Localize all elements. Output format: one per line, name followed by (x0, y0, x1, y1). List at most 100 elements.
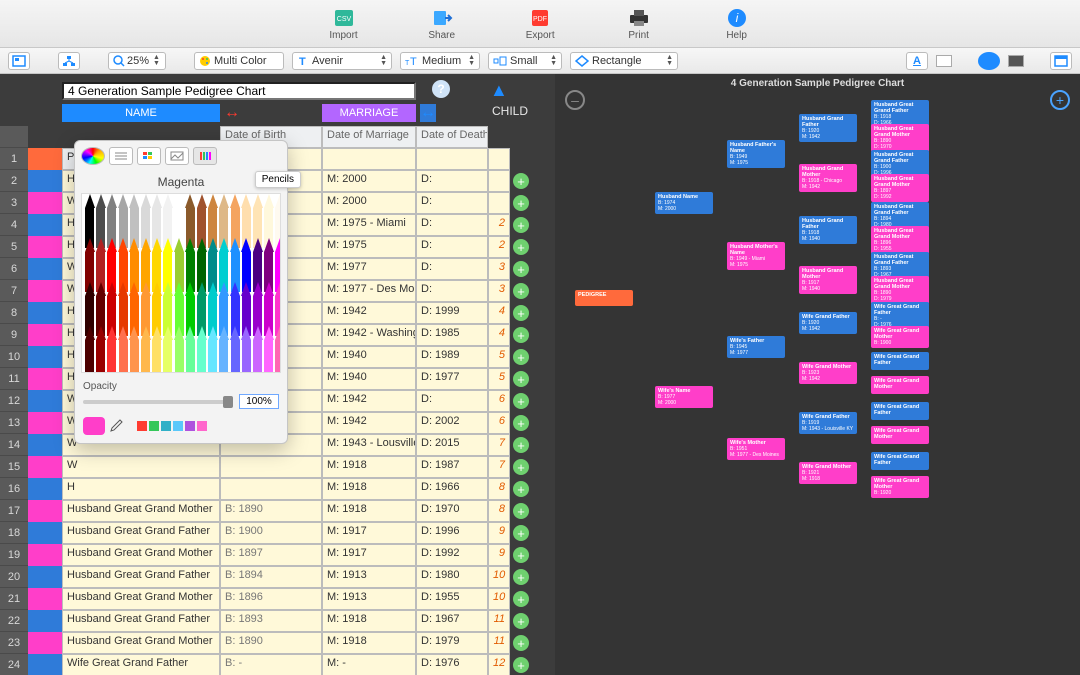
help-hint-button[interactable]: ? (432, 80, 450, 98)
table-row[interactable]: 21Husband Great Grand MotherB: 1896M: 19… (0, 588, 555, 610)
pencil-swatch[interactable] (207, 282, 218, 326)
pencil-swatch[interactable] (196, 194, 207, 238)
pencil-swatch[interactable] (230, 238, 241, 282)
picker-tab-pencils[interactable] (193, 147, 217, 165)
add-row-button[interactable]: + (510, 588, 532, 610)
cell-dob[interactable]: B: 1893 (220, 610, 322, 632)
chart-node[interactable]: Wife Great Grand Mother (871, 426, 929, 444)
pencil-swatch[interactable] (218, 238, 229, 282)
cell-marriage[interactable]: M: 1942 (322, 302, 416, 324)
pencil-swatch[interactable] (84, 282, 95, 326)
chart-node[interactable]: Husband Grand FatherB: 1918M: 1940 (799, 216, 857, 244)
eyedropper-button[interactable] (109, 419, 123, 433)
pencil-swatch[interactable] (151, 282, 162, 326)
cell-name[interactable]: W (62, 456, 220, 478)
cell-name[interactable]: H (62, 478, 220, 500)
cell-marriage[interactable]: M: 1975 (322, 236, 416, 258)
column-header-marriage[interactable]: MARRIAGE (322, 104, 416, 122)
add-row-button[interactable]: + (510, 368, 532, 390)
cell-dod[interactable]: D: 1955 (416, 588, 488, 610)
cell-dod[interactable]: D: 1976 (416, 654, 488, 675)
cell-dob[interactable]: B: 1890 (220, 500, 322, 522)
cell-dod[interactable]: D: 1979 (416, 632, 488, 654)
pencil-swatch[interactable] (274, 282, 281, 326)
resize-name-handle[interactable]: ↔ (224, 104, 240, 122)
pencil-swatch[interactable] (162, 238, 173, 282)
pencil-swatch[interactable] (140, 194, 151, 238)
pencil-swatch[interactable] (106, 194, 117, 238)
help-button[interactable]: i Help (723, 6, 751, 41)
pencil-swatch[interactable] (274, 326, 281, 370)
cell-dob[interactable]: B: 1894 (220, 566, 322, 588)
pencil-swatch[interactable] (241, 282, 252, 326)
zoom-select[interactable]: 25% ▲▼ (108, 52, 166, 70)
pencil-swatch[interactable] (241, 194, 252, 238)
add-row-button[interactable]: + (510, 632, 532, 654)
table-row[interactable]: 20Husband Great Grand FatherB: 1894M: 19… (0, 566, 555, 588)
chart-node[interactable]: Wife's FatherB: 1945M: 1977 (727, 336, 785, 358)
table-row[interactable]: 18Husband Great Grand FatherB: 1900M: 19… (0, 522, 555, 544)
chart-node[interactable]: Wife's NameB: 1977M: 2000 (655, 386, 713, 408)
pencil-swatch[interactable] (84, 194, 95, 238)
table-row[interactable]: 24Wife Great Grand FatherB: -M: -D: 1976… (0, 654, 555, 675)
pencil-swatch[interactable] (252, 194, 263, 238)
share-button[interactable]: Share (428, 6, 456, 41)
cell-name[interactable]: Wife Great Grand Father (62, 654, 220, 675)
cell-dod[interactable]: D: 1987 (416, 456, 488, 478)
cell-dod[interactable]: D: 1977 (416, 368, 488, 390)
cell-dod[interactable]: D: 1996 (416, 522, 488, 544)
pencil-swatch[interactable] (174, 282, 185, 326)
cell-marriage[interactable] (322, 148, 416, 170)
pencil-swatch[interactable] (84, 326, 95, 370)
pencil-swatch[interactable] (218, 282, 229, 326)
pencil-swatch[interactable] (230, 282, 241, 326)
chart-node[interactable]: Husband NameB: 1974M: 2000 (655, 192, 713, 214)
cell-marriage[interactable]: M: 1918 (322, 478, 416, 500)
pencil-swatch[interactable] (140, 238, 151, 282)
cell-marriage[interactable]: M: 1975 - Miami (322, 214, 416, 236)
picker-tab-sliders[interactable] (109, 147, 133, 165)
cell-dod[interactable]: D: 1967 (416, 610, 488, 632)
text-color-swatch[interactable] (936, 55, 952, 67)
chart-node[interactable]: Husband Mother's NameB: 1949 - MiamiM: 1… (727, 242, 785, 270)
add-row-button[interactable]: + (510, 302, 532, 324)
cell-marriage[interactable]: M: 1977 (322, 258, 416, 280)
add-row-button[interactable]: + (510, 434, 532, 456)
add-row-button[interactable]: + (510, 170, 532, 192)
cell-dob[interactable] (220, 478, 322, 500)
chart-node[interactable]: Wife Grand FatherB: 1920M: 1942 (799, 312, 857, 334)
cell-marriage[interactable]: M: 1918 (322, 456, 416, 478)
pencil-swatch[interactable] (218, 326, 229, 370)
cell-marriage[interactable]: M: 1918 (322, 610, 416, 632)
cell-marriage[interactable]: M: 1940 (322, 346, 416, 368)
pencil-swatch[interactable] (151, 238, 162, 282)
zoom-in-button[interactable]: + (1050, 90, 1070, 110)
pencil-swatch[interactable] (207, 194, 218, 238)
export-button[interactable]: PDF Export (526, 6, 555, 41)
chart-node[interactable]: Husband Grand MotherB: 1917M: 1940 (799, 266, 857, 294)
resize-marriage-handle[interactable]: ↔ (420, 104, 436, 122)
pencil-swatch[interactable] (196, 282, 207, 326)
chart-title-input[interactable] (62, 82, 416, 100)
add-row-button[interactable]: + (510, 654, 532, 675)
cell-marriage[interactable]: M: - (322, 654, 416, 675)
text-size-select[interactable]: TT Medium ▲▼ (400, 52, 480, 70)
pencil-swatch[interactable] (129, 326, 140, 370)
chart-node[interactable]: Husband Great Grand MotherB: 1896D: 1955 (871, 226, 929, 254)
recent-color-swatch[interactable] (137, 421, 147, 431)
pencil-swatch[interactable] (185, 326, 196, 370)
pencil-swatch[interactable] (263, 326, 274, 370)
table-row[interactable]: 16HM: 1918D: 19668+ (0, 478, 555, 500)
cell-dod[interactable]: D: 1966 (416, 478, 488, 500)
pencil-swatch[interactable] (95, 326, 106, 370)
pencil-swatch[interactable] (185, 194, 196, 238)
pencil-swatch[interactable] (151, 326, 162, 370)
pencil-swatch[interactable] (140, 326, 151, 370)
pencil-swatch[interactable] (95, 194, 106, 238)
cell-dob[interactable]: B: 1900 (220, 522, 322, 544)
pencil-swatch[interactable] (106, 282, 117, 326)
cell-marriage[interactable]: M: 1917 (322, 522, 416, 544)
cell-dob[interactable] (220, 456, 322, 478)
cell-marriage[interactable]: M: 1913 (322, 588, 416, 610)
cell-marriage[interactable]: M: 1917 (322, 544, 416, 566)
